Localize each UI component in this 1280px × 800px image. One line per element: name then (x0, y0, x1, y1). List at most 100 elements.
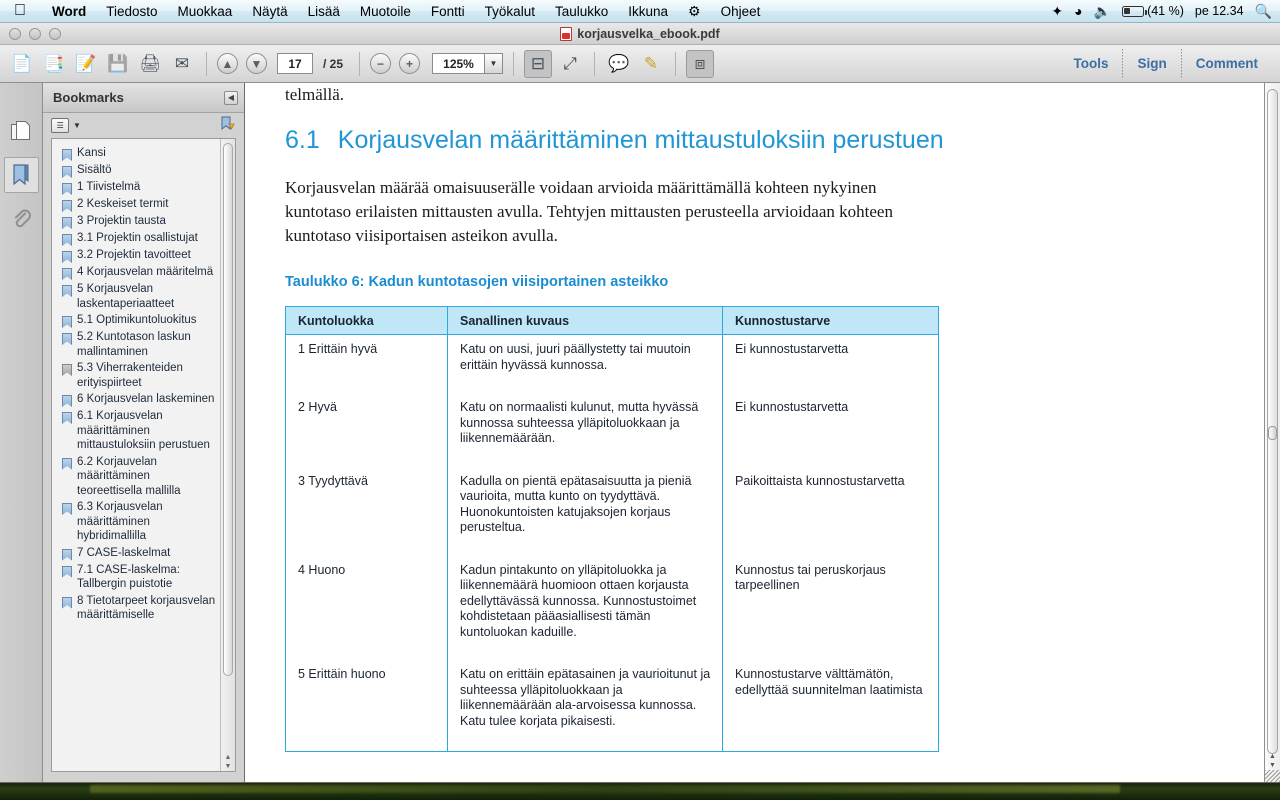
menu-item-ohjeet[interactable]: Ohjeet (711, 0, 771, 23)
bookmark-icon (62, 316, 72, 328)
zoom-in-button[interactable]: + (399, 53, 421, 74)
bookmarks-scrollbar-thumb[interactable] (223, 143, 233, 676)
bookmark-item[interactable]: 6.3 Korjausvelan määrittäminen hybridima… (56, 499, 218, 545)
bookmarks-list[interactable]: Kansi Sisältö 1 Tiivistelmä 2 Keskeiset ter… (52, 139, 220, 771)
bookmark-item-label: 2 Keskeiset termit (77, 198, 169, 210)
bookmark-icon (62, 200, 72, 212)
bookmark-icon (62, 268, 72, 280)
document-scroll-arrows[interactable]: ▲ ▼ (1265, 752, 1280, 770)
highlight-text-icon[interactable]: ✎ (637, 50, 665, 78)
open-file-button[interactable]: 📄 (8, 50, 36, 78)
bookmark-item[interactable]: 5.2 Kuntotason laskun mallintaminen (56, 329, 218, 360)
table-cell-luokka: 5 Erittäin huono (285, 660, 448, 752)
bookmark-item[interactable]: 4 Korjausvelan määritelmä (56, 264, 218, 281)
new-bookmark-icon[interactable] (220, 116, 236, 135)
bookmark-item[interactable]: Kansi (56, 145, 218, 162)
window-resize-handle[interactable] (1265, 770, 1280, 782)
menu-item-fontti[interactable]: Fontti (421, 0, 475, 23)
menu-item-ikkuna[interactable]: Ikkuna (618, 0, 678, 23)
tools-button[interactable]: Tools (1059, 46, 1122, 82)
bookmark-item[interactable]: 6.1 Korjausvelan määrittäminen mittaustu… (56, 408, 218, 454)
chevron-down-icon[interactable]: ▼ (484, 53, 504, 74)
bookmark-item[interactable]: 5.3 Viherrakenteiden erityispiirteet (56, 360, 218, 391)
panel-title: Bookmarks (53, 90, 124, 105)
menulet-flash-icon[interactable]: ⚙ (678, 0, 711, 23)
bookmark-item[interactable]: 3.2 Projektin tavoitteet (56, 247, 218, 264)
bookmark-icon (62, 503, 72, 515)
create-pdf-button[interactable]: 📑 (40, 50, 68, 78)
battery-icon[interactable]: (41 %) (1122, 4, 1184, 18)
bookmark-item[interactable]: 2 Keskeiset termit (56, 196, 218, 213)
pdf-page[interactable]: telmällä. 6.1 Korjausvelan määrittäminen… (245, 83, 1264, 782)
apple-icon[interactable]:  (14, 3, 26, 19)
edit-pdf-button[interactable]: 📝 (72, 50, 100, 78)
save-button[interactable]: 💾 (104, 50, 132, 78)
bookmarks-scroll-arrows[interactable]: ▲ ▼ (221, 753, 235, 771)
bookmark-item-label: 5.3 Viherrakenteiden erityispiirteet (77, 362, 183, 389)
bookmark-item[interactable]: 6.2 Korjauvelan määrittäminen teoreettis… (56, 454, 218, 500)
options-list-icon[interactable]: ☰ (51, 118, 69, 133)
bookmark-item[interactable]: 7.1 CASE-laskelma: Tallbergin puistotie (56, 562, 218, 593)
attachments-icon[interactable] (4, 201, 39, 237)
search-icon[interactable]: 🔍 (1255, 3, 1272, 20)
menu-item-lisaa[interactable]: Lisää (298, 0, 350, 23)
bookmark-icon (62, 149, 72, 161)
menu-item-tiedosto[interactable]: Tiedosto (96, 0, 167, 23)
menu-item-nayta[interactable]: Näytä (242, 0, 297, 23)
chevron-down-icon[interactable]: ▼ (73, 121, 81, 130)
menu-item-taulukko[interactable]: Taulukko (545, 0, 618, 23)
menubar-clock[interactable]: pe 12.34 (1195, 4, 1244, 18)
zoom-out-button[interactable]: − (370, 53, 392, 74)
bookmark-icon (62, 285, 72, 297)
bookmarks-scrollbar[interactable]: ▲ ▼ (220, 139, 235, 771)
table-cell-luokka: 3 Tyydyttävä (285, 466, 448, 556)
table-header-row: Kuntoluokka Sanallinen kuvaus Kunnostust… (285, 306, 939, 335)
page-thumbnails-icon[interactable] (4, 113, 39, 149)
bookmark-item[interactable]: 1 Tiivistelmä (56, 179, 218, 196)
collapse-panel-button[interactable]: ◀ (224, 90, 238, 105)
bookmark-item[interactable]: 7 CASE-laskelmat (56, 545, 218, 562)
bookmark-item-label: 3.1 Projektin osallistujat (77, 232, 198, 244)
bookmark-item[interactable]: 8 Tietotarpeet korjausvelan määrittämise… (56, 593, 218, 624)
table-cell-tarve: Ei kunnostustarvetta (735, 342, 849, 356)
bookmark-item[interactable]: 6 Korjausvelan laskeminen (56, 391, 218, 408)
bookmark-item-label: 3 Projektin tausta (77, 215, 166, 227)
menu-item-muokkaa[interactable]: Muokkaa (168, 0, 243, 23)
print-button[interactable]: 🖨 (136, 50, 164, 78)
document-scrollbar-thumb[interactable] (1268, 425, 1277, 440)
window-titlebar[interactable]: korjausvelka_ebook.pdf (0, 23, 1280, 45)
bookmark-item[interactable]: Sisältö (56, 162, 218, 179)
bookmark-item[interactable]: 3.1 Projektin osallistujat (56, 230, 218, 247)
next-page-button[interactable]: ▼ (246, 53, 267, 74)
wifi-icon[interactable]: ◕ (1074, 3, 1082, 19)
window-body: Bookmarks ◀ ☰ ▼ Kansi Sisältö 1 Tiivistelm… (0, 83, 1280, 782)
zoom-level-input[interactable]: 125% (432, 53, 485, 74)
fit-page-button[interactable]: ⤢ (556, 50, 584, 78)
volume-icon[interactable]: 🔈 (1094, 3, 1111, 20)
comment-button[interactable]: Comment (1182, 46, 1272, 82)
previous-page-button[interactable]: ▲ (217, 53, 238, 74)
toolbar-separator (675, 51, 677, 76)
bookmarks-icon[interactable] (3, 157, 39, 193)
fullscreen-button[interactable]: ⧈ (686, 49, 715, 78)
page-number-input[interactable]: 17 (277, 53, 313, 74)
bookmark-item[interactable]: 5 Korjausvelan laskentaperiaatteet (56, 281, 218, 312)
document-scrollbar[interactable]: ▲ ▼ (1264, 83, 1280, 782)
bookmark-item[interactable]: 3 Projektin tausta (56, 213, 218, 230)
bookmark-item[interactable]: 5.1 Optimikuntoluokitus (56, 312, 218, 329)
menu-item-muotoile[interactable]: Muotoile (350, 0, 421, 23)
sticky-note-icon[interactable]: 💬 (605, 50, 633, 78)
email-button[interactable]: ✉ (168, 50, 196, 78)
bookmark-icon (62, 183, 72, 195)
menu-item-word[interactable]: Word (42, 0, 96, 23)
toolbar-separator (594, 51, 596, 76)
pdf-viewer: telmällä. 6.1 Korjausvelan määrittäminen… (245, 83, 1280, 782)
table-cell-luokka: 2 Hyvä (285, 393, 448, 467)
bookmark-icon (62, 395, 72, 407)
dropbox-icon[interactable]: ✦ (1051, 3, 1063, 20)
fit-width-button[interactable]: ⊟ (524, 49, 553, 78)
menu-item-tyokalut[interactable]: Työkalut (475, 0, 545, 23)
new-bookmark-glyph (221, 116, 235, 131)
document-scrollbar-track[interactable] (1267, 89, 1278, 754)
sign-button[interactable]: Sign (1123, 46, 1180, 82)
